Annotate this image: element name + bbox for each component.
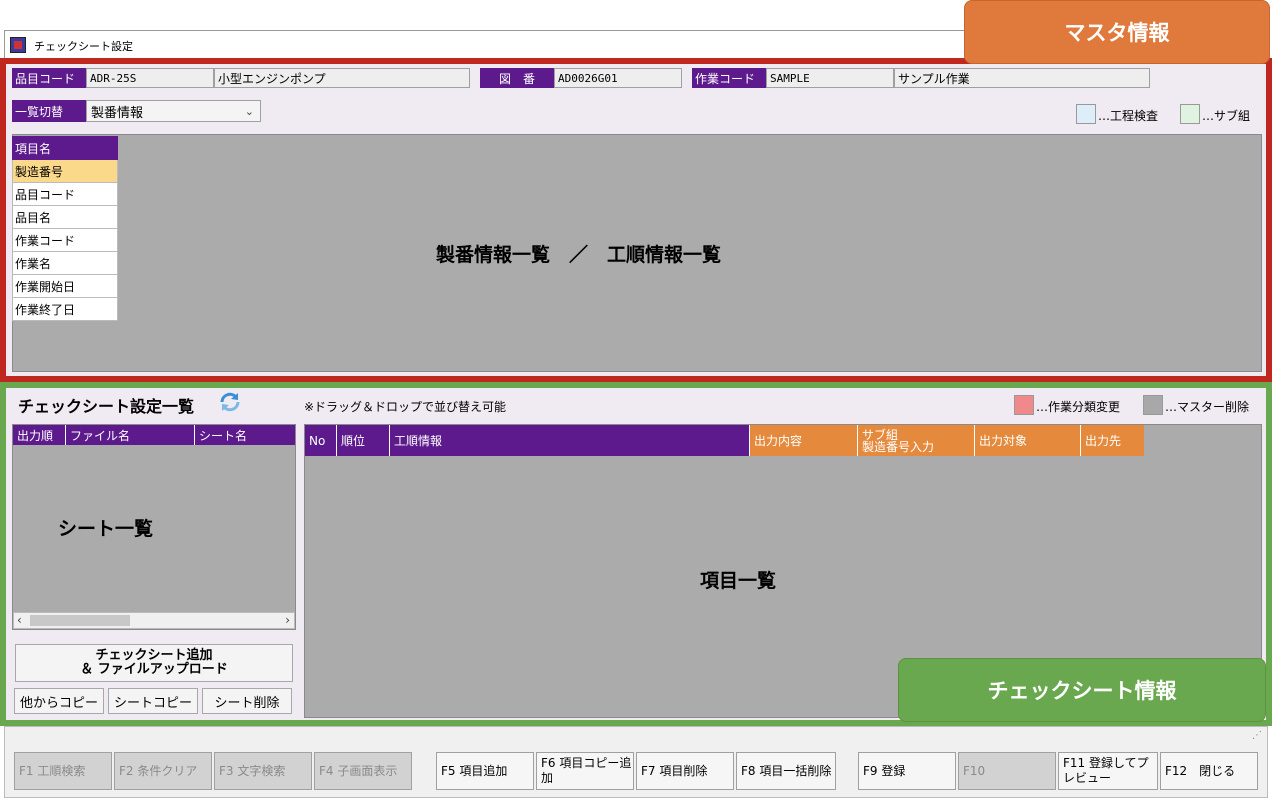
f11-register-preview-button[interactable]: F11 登録してプレビュー [1058, 752, 1158, 790]
list-switch-label: 一覧切替 [12, 100, 86, 122]
scroll-thumb[interactable] [30, 615, 130, 626]
item-col-rank[interactable]: 順位 [337, 425, 390, 456]
sheet-col-output-order[interactable]: 出力順 [13, 425, 66, 445]
sheet-list-horizontal-scrollbar[interactable]: ‹ › [13, 612, 295, 629]
resize-grip-icon[interactable]: ⋰ [1252, 730, 1262, 741]
work-code-field[interactable]: SAMPLE [766, 68, 894, 88]
f5-add-item-button[interactable]: F5 項目追加 [436, 752, 534, 790]
item-col-output-destination[interactable]: 出力先 [1081, 425, 1144, 456]
drawing-field: AD0026G01 [554, 68, 682, 88]
master-info-callout: マスタ情報 [964, 0, 1270, 64]
window-title: チェックシート設定 [34, 40, 133, 53]
legend-process-inspection-label: …工程検査 [1098, 109, 1159, 123]
list-item[interactable]: 作業開始日 [12, 275, 118, 298]
legend-master-delete-label: …マスター削除 [1165, 400, 1250, 414]
f8-delete-all-items-button[interactable]: F8 項目一括削除 [736, 752, 836, 790]
item-code-label: 品目コード [12, 68, 86, 88]
sheet-col-sheet-name[interactable]: シート名 [195, 425, 295, 445]
list-item[interactable]: 作業コード [12, 229, 118, 252]
item-list-panel-label: 項目一覧 [700, 570, 777, 592]
list-item[interactable]: 品目名 [12, 206, 118, 229]
check-sheet-info-callout: チェックシート情報 [898, 658, 1266, 722]
sheet-list-panel-label: シート一覧 [58, 518, 154, 540]
chevron-down-icon: ⌄ [244, 105, 254, 118]
drawing-label: 図 番 [480, 68, 554, 88]
f9-register-button[interactable]: F9 登録 [858, 752, 956, 790]
list-item[interactable]: 品目コード [12, 183, 118, 206]
f4-child-window-button[interactable]: F4 子画面表示 [314, 752, 412, 790]
work-name-field: サンプル作業 [894, 68, 1150, 88]
f1-process-search-button[interactable]: F1 工順検索 [14, 752, 112, 790]
legend-sub-assembly-label: …サブ組 [1202, 109, 1251, 123]
copy-from-other-button[interactable]: 他からコピー [14, 688, 104, 714]
item-name-field: 小型エンジンポンプ [214, 68, 470, 88]
sheet-col-file-name[interactable]: ファイル名 [66, 425, 195, 445]
item-table-header: 項目名 [12, 136, 118, 160]
legend-sub-assembly-swatch [1180, 104, 1200, 124]
item-code-field[interactable]: ADR-25S [86, 68, 214, 88]
f3-text-search-button[interactable]: F3 文字検索 [214, 752, 312, 790]
item-col-sub-assembly-serial-input[interactable]: サブ組 製造番号入力 [858, 425, 975, 456]
f12-close-button[interactable]: F12 閉じる [1160, 752, 1258, 790]
sheet-delete-button[interactable]: シート削除 [202, 688, 292, 714]
check-sheet-list-title: チェックシート設定一覧 [18, 397, 195, 416]
f10-button[interactable]: F10 [958, 752, 1056, 790]
scroll-left-icon[interactable]: ‹ [17, 613, 22, 627]
drag-drop-note: ※ドラッグ＆ドロップで並び替え可能 [304, 400, 507, 414]
item-name-table: 項目名 製造番号 品目コード 品目名 作業コード 作業名 作業開始日 作業終了日 [12, 136, 118, 321]
legend-master-delete-swatch [1143, 395, 1163, 415]
item-col-output-target[interactable]: 出力対象 [975, 425, 1081, 456]
item-col-process-info[interactable]: 工順情報 [390, 425, 750, 456]
f7-delete-item-button[interactable]: F7 項目削除 [636, 752, 734, 790]
f2-clear-conditions-button[interactable]: F2 条件クリア [114, 752, 212, 790]
refresh-icon[interactable] [218, 390, 242, 414]
work-code-label: 作業コード [692, 68, 766, 88]
sheet-copy-button[interactable]: シートコピー [108, 688, 198, 714]
legend-work-class-change-label: …作業分類変更 [1036, 400, 1121, 414]
list-switch-value: 製番情報 [91, 105, 144, 121]
item-col-output-content[interactable]: 出力内容 [750, 425, 858, 456]
f6-copy-add-item-button[interactable]: F6 項目コピー追加 [536, 752, 634, 790]
sheet-list-panel[interactable] [12, 424, 296, 630]
scroll-right-icon[interactable]: › [285, 613, 290, 627]
item-col-no[interactable]: No [305, 425, 337, 456]
app-icon [10, 37, 26, 53]
add-check-sheet-upload-button[interactable]: チェックシート追加 ＆ ファイルアップロード [15, 644, 293, 682]
list-item[interactable]: 作業名 [12, 252, 118, 275]
list-item[interactable]: 作業終了日 [12, 298, 118, 321]
master-list-panel-label: 製番情報一覧 ／ 工順情報一覧 [436, 244, 722, 266]
list-item[interactable]: 製造番号 [12, 160, 118, 183]
legend-process-inspection-swatch [1076, 104, 1096, 124]
list-switch-select[interactable]: 製番情報 ⌄ [86, 100, 261, 122]
legend-work-class-change-swatch [1014, 395, 1034, 415]
